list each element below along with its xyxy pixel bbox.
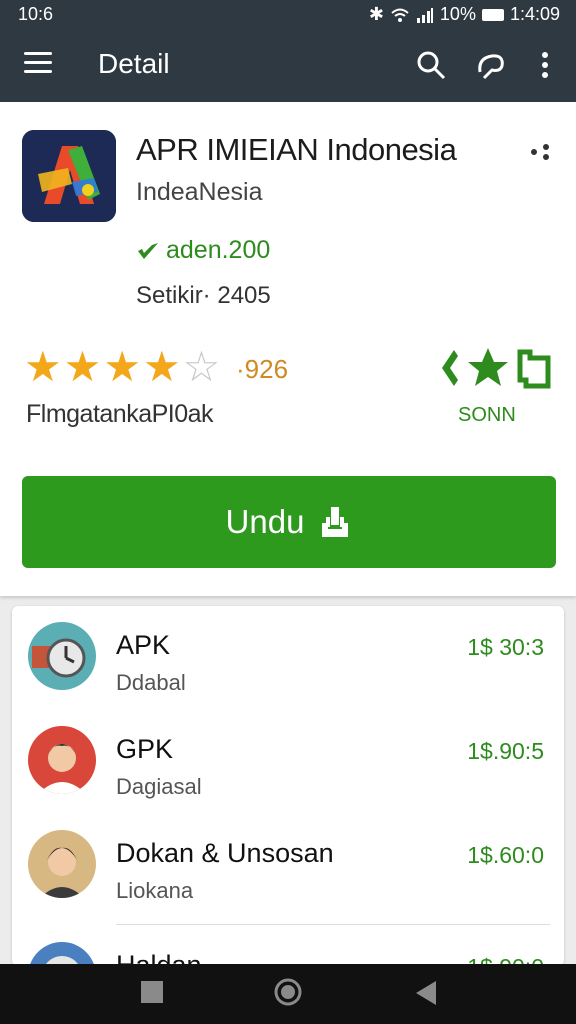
battery-percent: 10% xyxy=(439,4,476,24)
list-item[interactable]: APK Ddabal 1$ 30:3 xyxy=(12,606,564,710)
bluetooth-icon: ✱ xyxy=(368,4,384,24)
item-name: GPK xyxy=(116,734,174,764)
person-avatar xyxy=(28,942,96,966)
more-options-icon[interactable] xyxy=(528,142,556,162)
install-button[interactable]: Undu xyxy=(22,476,556,568)
badges-icons xyxy=(442,348,551,389)
man-avatar xyxy=(28,830,96,898)
list-item[interactable]: Dokan & Unsosan Liokana 1$.60:0 xyxy=(12,814,564,918)
signal-icon xyxy=(416,7,433,23)
hamburger-icon[interactable] xyxy=(24,52,52,76)
item-price: 1$.90:5 xyxy=(467,738,544,764)
badge-label: SONN xyxy=(458,404,516,426)
item-price: 1$.60:0 xyxy=(467,842,544,868)
clock-avatar xyxy=(28,622,96,690)
verified-icon xyxy=(138,242,158,259)
star-full-icon: ★ xyxy=(103,343,141,390)
recents-icon[interactable] xyxy=(140,980,164,1004)
star-full-icon: ★ xyxy=(63,343,102,390)
app-logo-icon xyxy=(22,130,116,222)
battery-icon xyxy=(481,8,504,21)
item-subtitle: Ddabal xyxy=(116,670,186,695)
star-full-icon: ★ xyxy=(24,343,62,390)
item-subtitle: Liokana xyxy=(116,878,194,903)
install-label: Undu xyxy=(225,503,305,540)
rating-value: ·926 xyxy=(236,354,289,384)
system-nav-bar xyxy=(0,964,576,1024)
status-clock: 1:4:09 xyxy=(509,4,560,24)
wifi-icon xyxy=(391,8,409,22)
search-icon[interactable] xyxy=(414,48,448,82)
item-subtitle: Dagiasal xyxy=(116,774,202,799)
category-label: FlmgatankaPI0ak xyxy=(26,400,214,428)
app-title: APR IMIEIAN Indonesia xyxy=(136,132,457,167)
item-price: 1$ 30:3 xyxy=(467,634,544,660)
home-icon[interactable] xyxy=(274,978,302,1006)
status-bar: 10:6 ✱ 10% 1:4:09 xyxy=(0,0,576,30)
related-apps-list: APK Ddabal 1$ 30:3 GPK Dagiasal 1$.90:5 … xyxy=(12,606,564,966)
download-icon xyxy=(322,507,349,537)
developer-row[interactable]: aden.200 xyxy=(136,236,270,265)
list-divider xyxy=(116,924,550,925)
rating-stars: ★ ★ ★ ★ ☆ xyxy=(24,346,220,388)
star-full-icon: ★ xyxy=(142,343,181,390)
list-item[interactable]: GPK Dagiasal 1$.90:5 xyxy=(12,710,564,814)
app-subtitle: IndeaNesia xyxy=(136,178,263,206)
star-empty-icon: ☆ xyxy=(182,343,221,390)
back-icon[interactable] xyxy=(414,980,438,1006)
more-vert-icon[interactable] xyxy=(528,48,562,82)
item-name: Dokan & Unsosan xyxy=(116,838,334,868)
app-bar: Detail xyxy=(0,30,576,102)
app-detail-card: APR IMIEIAN Indonesia IndeaNesia aden.20… xyxy=(0,102,576,596)
cast-icon[interactable] xyxy=(474,48,508,82)
status-time: 10:6 xyxy=(18,4,54,24)
developer-name: aden.200 xyxy=(166,236,271,264)
app-size: Setikir· 2405 xyxy=(136,282,271,309)
list-item[interactable]: Haldan 1$ 90:0 xyxy=(12,930,564,966)
status-right: ✱ 10% 1:4:09 xyxy=(369,4,560,25)
man-avatar xyxy=(28,726,96,794)
page-title: Detail xyxy=(98,48,170,79)
item-name: APK xyxy=(116,630,171,660)
